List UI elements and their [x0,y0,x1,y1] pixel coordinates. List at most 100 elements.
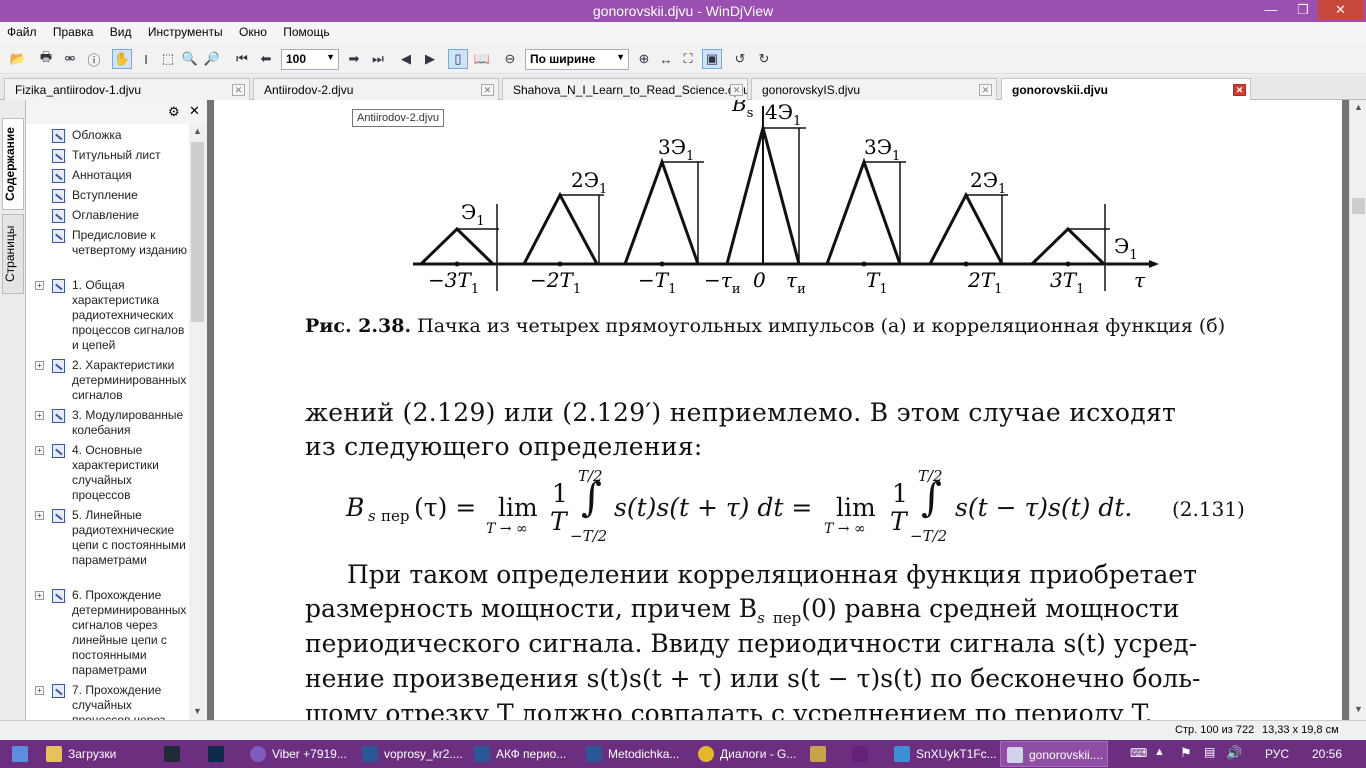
tab-gonorovskii[interactable]: gonorovskii.djvu ✕ [1001,78,1251,101]
page-number-field[interactable]: 100 ▼ [281,49,339,70]
last-page-icon[interactable]: ⏭ [368,49,388,69]
clock[interactable]: 20:56 [1312,747,1342,761]
language-indicator[interactable]: РУС [1265,747,1289,761]
task-app[interactable] [804,741,844,767]
open-icon[interactable]: 📂 [8,49,28,69]
task-word-voprosy[interactable]: voprosy_kr2.... [356,741,464,767]
scroll-up-icon[interactable]: ▲ [1354,102,1363,112]
tray-arrow-icon[interactable]: ▲ [1154,746,1165,758]
prev-page-icon[interactable]: ⬅ [256,49,276,69]
keyboard-icon[interactable]: ⌨ [1130,746,1147,760]
lightroom-icon [164,746,180,762]
tab-shahova[interactable]: Shahova_N_I_Learn_to_Read_Science.djvu ✕ [502,78,748,100]
zoom-in-icon[interactable]: ⊕ [634,49,654,69]
volume-icon[interactable]: 🔊 [1226,745,1242,761]
fit-page-icon[interactable]: ⛶ [678,49,698,69]
scroll-thumb[interactable] [1352,198,1365,214]
label-main: 4Э [765,100,794,124]
tab-gonorovskyis[interactable]: gonorovskyIS.djvu ✕ [751,78,997,100]
menu-help[interactable]: Помощь [276,22,335,39]
tab-fizika[interactable]: Fizika_antiirodov-1.djvu ✕ [4,78,250,100]
close-icon[interactable]: ✕ [979,84,992,96]
restore-button[interactable]: ❐ [1290,0,1316,20]
task-word-akf[interactable]: АКФ перио... [468,741,576,767]
magnifier-icon[interactable]: 🔎 [202,49,222,69]
back-icon[interactable]: ◀ [396,49,416,69]
integral-sign-2: ∫ [921,475,942,521]
tab-antiirodov[interactable]: Antiirodov-2.djvu ✕ [253,78,499,100]
zoom-rect-icon[interactable]: 🔍 [180,49,200,69]
menu-view[interactable]: Вид [103,22,138,39]
eq-lim-sub: T → ∞ [486,521,528,537]
document-scrollbar[interactable]: ▲ ▼ [1349,100,1366,720]
label-main: T [866,268,880,292]
task-downloads[interactable]: Загрузки [40,741,152,767]
document-view[interactable]: Bs 4Э1 3Э1 3Э1 2Э1 2Э1 Э1 Э1 −3T1 −2T1 −T1 −τи 0 τи T1… [207,100,1349,720]
continuous-layout-icon[interactable]: ▯ [448,49,468,69]
task-word-metodichka[interactable]: Metodichka... [580,741,688,767]
expand-icon[interactable]: + [35,511,44,520]
tab-contents[interactable]: Содержание [2,118,24,210]
task-chrome[interactable]: Диалоги - G... [692,741,800,767]
tree-item-label: Аннотация [72,168,132,182]
scroll-down-icon[interactable]: ▼ [193,706,202,716]
flag-icon[interactable]: ⚑ [1180,745,1192,761]
expand-icon[interactable]: + [35,591,44,600]
label-main: 0 [753,268,766,292]
close-icon[interactable]: ✕ [232,84,245,96]
tree-item-label: 1. Общая характеристика радиотехнических… [72,278,185,352]
minimize-button[interactable]: — [1258,0,1284,20]
tick-label: 3T1 [1050,268,1084,297]
close-icon[interactable]: ✕ [481,84,494,96]
info-icon[interactable]: ⓘ [84,49,104,69]
rotate-right-icon[interactable]: ↻ [754,49,774,69]
expand-icon[interactable]: + [35,686,44,695]
eq-b: B [346,493,365,522]
hand-tool-icon[interactable]: ✋ [112,49,132,69]
facing-pages-icon[interactable]: 📖 [472,49,492,69]
print-icon[interactable]: 🖶 [36,49,56,69]
task-windjview[interactable]: gonorovskii.... [1000,741,1108,767]
text-select-icon[interactable]: I [136,49,156,69]
menu-tools[interactable]: Инструменты [141,22,229,39]
network-icon[interactable]: ▤ [1204,745,1215,759]
task-photoshop[interactable] [202,741,242,767]
close-icon[interactable]: ✕ [1233,84,1246,96]
task-image[interactable]: SnXUykT1Fc... [888,741,996,767]
scroll-up-icon[interactable]: ▲ [193,126,202,136]
forward-icon[interactable]: ▶ [420,49,440,69]
rotate-left-icon[interactable]: ↺ [730,49,750,69]
zoom-mode-select[interactable]: По ширине ▼ [525,49,629,70]
rect-select-icon[interactable]: ⬚ [158,49,178,69]
label-main: Э [1114,234,1130,258]
zoom-out-icon[interactable]: ⊖ [500,49,520,69]
menu-edit[interactable]: Правка [46,22,100,39]
first-page-icon[interactable]: ⏮ [232,49,252,69]
side-tabs: Содержание Страницы [0,100,26,720]
find-icon[interactable]: ⚮ [60,49,80,69]
menu-window[interactable]: Окно [232,22,273,39]
close-icon[interactable]: ✕ [189,103,200,119]
scroll-thumb[interactable] [191,142,204,322]
start-button[interactable] [2,741,38,767]
expand-icon[interactable]: + [35,411,44,420]
task-visual-studio[interactable] [846,741,886,767]
expand-icon[interactable]: + [35,281,44,290]
expand-icon[interactable]: + [35,361,44,370]
title-bar: gonorovskii.djvu - WinDjView — ❐ ✕ [0,0,1366,22]
fit-width-icon[interactable]: ↔ [656,49,676,69]
task-viber[interactable]: Viber +7919... [244,741,352,767]
expand-icon[interactable]: + [35,446,44,455]
actual-size-icon[interactable]: ▣ [702,49,722,69]
close-icon[interactable]: ✕ [730,84,743,96]
menu-file[interactable]: Файл [0,22,43,39]
close-button[interactable]: ✕ [1318,0,1363,20]
gear-icon[interactable]: ⚙ [168,104,180,120]
next-page-icon[interactable]: ➡ [344,49,364,69]
tab-pages[interactable]: Страницы [2,214,24,294]
paragraph-line: жений (2.129) или (2.129′) неприемлемо. … [305,398,1177,427]
task-lightroom[interactable] [158,741,198,767]
scroll-down-icon[interactable]: ▼ [1354,704,1363,714]
equation-2-131: B s пер (τ) = lim T → ∞ 1 T T/2 ∫ −T/2 s… [214,467,1342,551]
tree-scrollbar[interactable]: ▲ ▼ [189,124,206,720]
